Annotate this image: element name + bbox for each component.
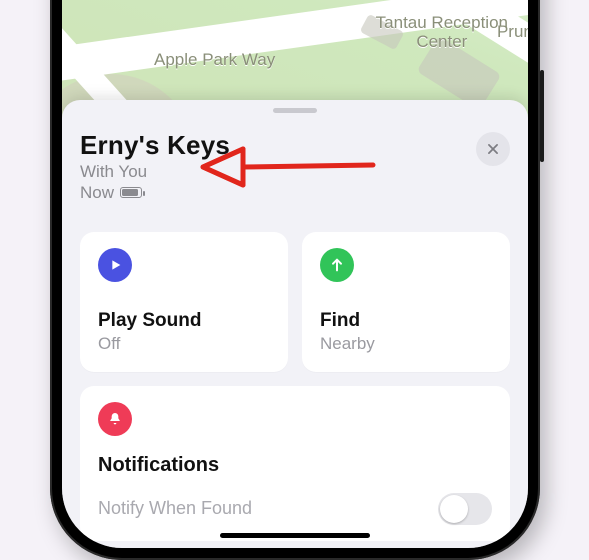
play-sound-label: Play Sound [98,310,270,332]
bell-icon [98,402,132,436]
map-label-apple-park: Apple Park Way [154,50,275,70]
sheet-header: Erny's Keys With You Now [80,130,510,204]
screen: Apple Park Way Tantau Reception Center P… [62,0,528,548]
map-label-tantau: Tantau Reception Center [376,14,508,51]
phone-frame: Apple Park Way Tantau Reception Center P… [50,0,540,560]
sheet-grabber[interactable] [273,108,317,113]
battery-icon [120,187,142,198]
play-sound-tile[interactable]: Play Sound Off [80,232,288,372]
find-tile[interactable]: Find Nearby [302,232,510,372]
action-tiles: Play Sound Off Find Nearby [80,232,510,372]
item-status-line2: Now [80,182,114,203]
item-title: Erny's Keys [80,130,510,161]
side-button [540,70,544,162]
close-button[interactable] [476,132,510,166]
notify-when-found-label: Notify When Found [98,498,252,519]
home-indicator[interactable] [220,533,370,538]
play-icon [98,248,132,282]
details-sheet[interactable]: Erny's Keys With You Now Play Sound Off [62,100,528,548]
notify-when-found-toggle[interactable] [438,493,492,525]
notifications-heading: Notifications [98,454,492,477]
close-icon [486,142,500,156]
notifications-section: Notifications Notify When Found [80,386,510,541]
find-sub: Nearby [320,334,492,354]
find-icon [320,248,354,282]
item-status-line1: With You [80,161,510,182]
play-sound-sub: Off [98,334,270,354]
find-label: Find [320,310,492,332]
map-label-pruneridge: Pruner [497,22,528,42]
notify-when-found-row[interactable]: Notify When Found [98,477,492,541]
